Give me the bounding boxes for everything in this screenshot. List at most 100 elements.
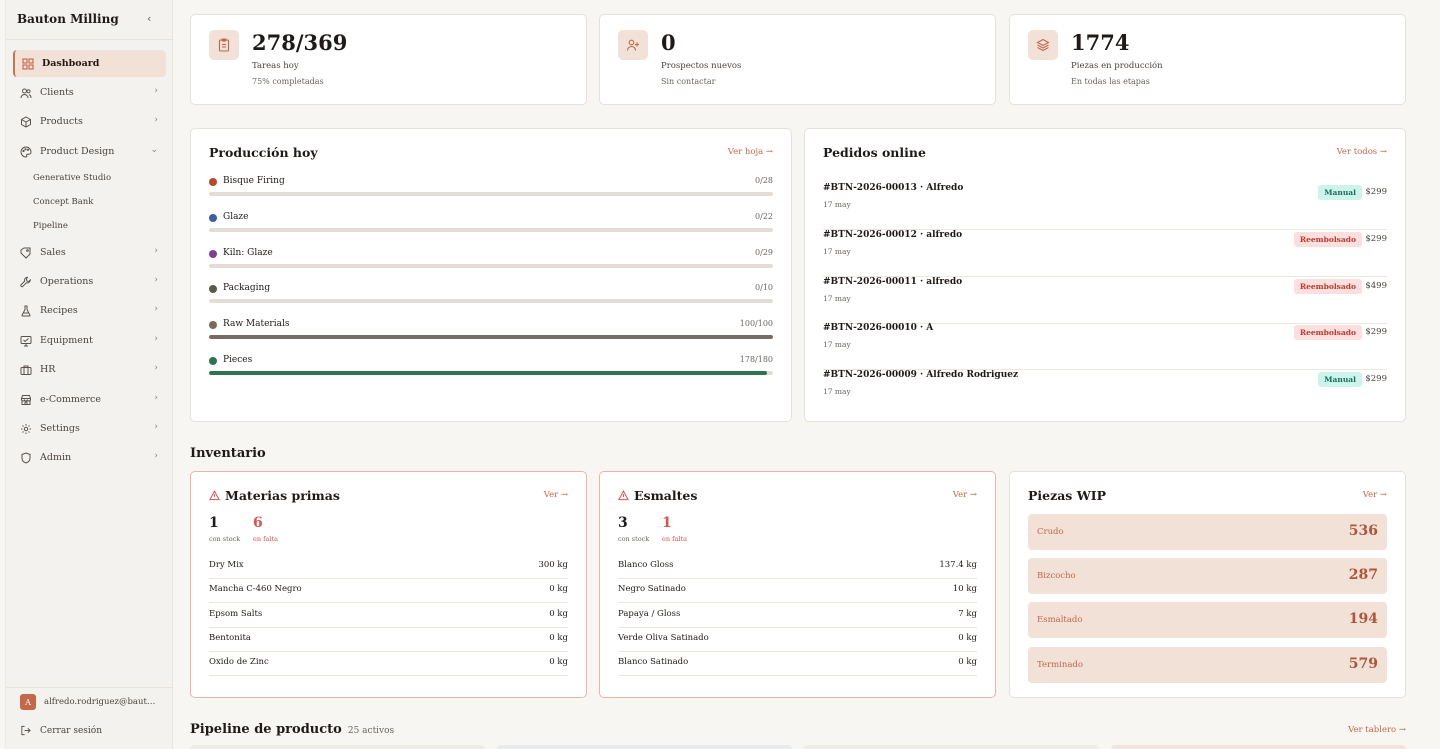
view-glazes-link[interactable]: Ver → (953, 490, 977, 500)
inventory-row[interactable]: Epsom Salts 0 kg (209, 604, 568, 628)
sidebar-subitem-concept-bank[interactable]: Concept Bank (33, 197, 93, 207)
production-stage-name: Raw Materials (223, 319, 290, 330)
sidebar-item-products[interactable]: Products › (13, 108, 166, 135)
item-name: Blanco Gloss (618, 560, 674, 570)
view-raw-materials-link[interactable]: Ver → (544, 490, 568, 500)
view-board-link[interactable]: Ver tablero → (1348, 725, 1406, 735)
sidebar-item-settings[interactable]: Settings › (13, 415, 166, 442)
pipeline-title: Pipeline de producto 25 activos (190, 722, 394, 737)
item-quantity: 0 kg (549, 608, 568, 619)
avatar[interactable]: A (20, 694, 36, 710)
inventory-row[interactable]: Papaya / Gloss 7 kg (618, 604, 977, 628)
order-row[interactable]: #BTN-2026-00011 · alfredo 17 may Reembolsa… (823, 277, 1387, 324)
sidebar-item-equipment[interactable]: Equipment › (13, 327, 166, 354)
inventory-row[interactable]: Negro Satinado 10 kg (618, 579, 977, 604)
sidebar-item-label: HR (40, 364, 56, 375)
chevron-right-icon: › (154, 304, 158, 314)
stat-value: 1774 (1071, 30, 1130, 55)
progress-bar-fill (209, 371, 767, 375)
sidebar-item-label: Product Design (40, 146, 115, 157)
missing-count: 1 (662, 515, 672, 531)
item-quantity: 137.4 kg (939, 560, 977, 570)
item-name: Negro Satinado (618, 584, 686, 595)
wip-stage-name: Bizcocho (1037, 571, 1076, 582)
chevron-right-icon: › (154, 86, 158, 96)
briefcase-icon (19, 363, 33, 377)
item-quantity: 300 kg (538, 560, 568, 570)
progress-bar (209, 192, 773, 196)
order-row[interactable]: #BTN-2026-00010 · A 17 may Reembolsado $299 (823, 323, 1387, 371)
view-all-orders-link[interactable]: Ver todos → (1337, 147, 1387, 157)
stat-card-prospects[interactable]: 0 Prospectos nuevos Sin contactar (599, 14, 996, 105)
order-row[interactable]: #BTN-2026-00013 · Alfredo 17 may Manual $29… (823, 183, 1387, 230)
collapse-sidebar-icon[interactable]: ‹ (147, 12, 151, 25)
wip-stage-row[interactable]: Crudo 536 (1028, 514, 1387, 550)
inventory-row[interactable]: Blanco Gloss 137.4 kg (618, 555, 977, 579)
wrench-icon (19, 275, 33, 289)
production-row: Glaze 0/22 (209, 212, 773, 236)
item-quantity: 0 kg (958, 657, 977, 668)
production-stage-count: 0/22 (755, 211, 773, 221)
sidebar-item-recipes[interactable]: Recipes › (13, 297, 166, 324)
sidebar-item-hr[interactable]: HR › (13, 356, 166, 383)
sidebar-item-clients[interactable]: Clients › (13, 79, 166, 106)
production-stage-name: Packaging (223, 283, 271, 294)
wip-stage-row[interactable]: Bizcocho 287 (1028, 558, 1387, 595)
glazes-card: Esmaltes Ver → 3 con stock 1 en falta Bl… (599, 471, 996, 698)
inventory-row[interactable]: Bentonita 0 kg (209, 628, 568, 652)
order-row[interactable]: #BTN-2026-00009 · Alfredo Rodriguez 17 ma… (823, 370, 1387, 417)
sidebar-subitem-pipeline[interactable]: Pipeline (33, 221, 68, 231)
status-badge: Manual (1318, 372, 1362, 388)
pipeline-column (1111, 745, 1406, 749)
sidebar-item-label: Dashboard (42, 58, 100, 69)
divider (6, 39, 173, 40)
sidebar-subitem-generative-studio[interactable]: Generative Studio (33, 173, 111, 183)
inventory-row[interactable]: Blanco Satinado 0 kg (618, 652, 977, 677)
order-id: #BTN-2026-00010 · A (823, 323, 934, 334)
order-date: 17 may (823, 387, 851, 397)
sidebar-item-label: e-Commerce (40, 394, 101, 405)
item-name: Verde Oliva Satinado (618, 632, 709, 643)
sidebar-item-product-design[interactable]: Product Design ⌄ (13, 138, 166, 165)
chevron-right-icon: › (154, 451, 158, 461)
stat-label: Tareas hoy (252, 61, 299, 71)
wip-stage-count: 194 (1348, 611, 1378, 628)
progress-bar (209, 371, 773, 375)
missing-label: en falta (662, 535, 687, 543)
inventory-row[interactable]: Verde Oliva Satinado 0 kg (618, 628, 977, 652)
sidebar-item-ecommerce[interactable]: e-Commerce › (13, 386, 166, 413)
wip-stage-row[interactable]: Esmaltado 194 (1028, 602, 1387, 639)
stat-card-tasks[interactable]: 278/369 Tareas hoy 75% completadas (190, 14, 587, 105)
card-title-label: Materias primas (225, 488, 340, 503)
in-stock-count: 3 (618, 515, 628, 531)
sidebar-item-dashboard[interactable]: Dashboard (13, 50, 166, 77)
progress-bar (209, 335, 773, 340)
sidebar-item-operations[interactable]: Operations › (13, 268, 166, 295)
inventory-row[interactable]: Mancha C-460 Negro 0 kg (209, 579, 568, 604)
inventory-row[interactable]: Oxido de Zinc 0 kg (209, 652, 568, 677)
production-stage-count: 0/29 (755, 247, 773, 257)
wip-stage-count: 536 (1348, 523, 1378, 539)
missing-count: 6 (253, 515, 263, 531)
logout-button[interactable]: Cerrar sesión (20, 725, 102, 736)
sidebar-item-sales[interactable]: Sales › (13, 239, 166, 266)
progress-bar-fill (209, 335, 773, 340)
order-date: 17 may (823, 246, 851, 256)
view-sheet-link[interactable]: Ver hoja → (728, 147, 773, 157)
order-id: #BTN-2026-00012 · alfredo (823, 229, 963, 240)
sidebar-item-label: Sales (40, 247, 66, 258)
production-stage-count: 0/10 (755, 283, 773, 293)
stat-card-pieces[interactable]: 1774 Piezas en producción En todas las e… (1009, 14, 1406, 105)
chevron-right-icon: › (154, 334, 158, 344)
progress-bar (209, 299, 773, 304)
order-row[interactable]: #BTN-2026-00012 · alfredo 17 may Reembolsa… (823, 230, 1387, 277)
wip-stage-row[interactable]: Terminado 579 (1028, 646, 1387, 683)
in-stock-label: con stock (209, 535, 241, 543)
sidebar-item-admin[interactable]: Admin › (13, 444, 166, 471)
logout-icon (21, 725, 31, 736)
wip-stage-count: 287 (1348, 567, 1378, 584)
inventory-row[interactable]: Dry Mix 300 kg (209, 555, 568, 579)
production-row: Raw Materials 100/100 (209, 319, 773, 343)
user-email[interactable]: alfredo.rodriguez@bautonmilling.com (44, 697, 159, 707)
view-wip-link[interactable]: Ver → (1363, 490, 1387, 500)
